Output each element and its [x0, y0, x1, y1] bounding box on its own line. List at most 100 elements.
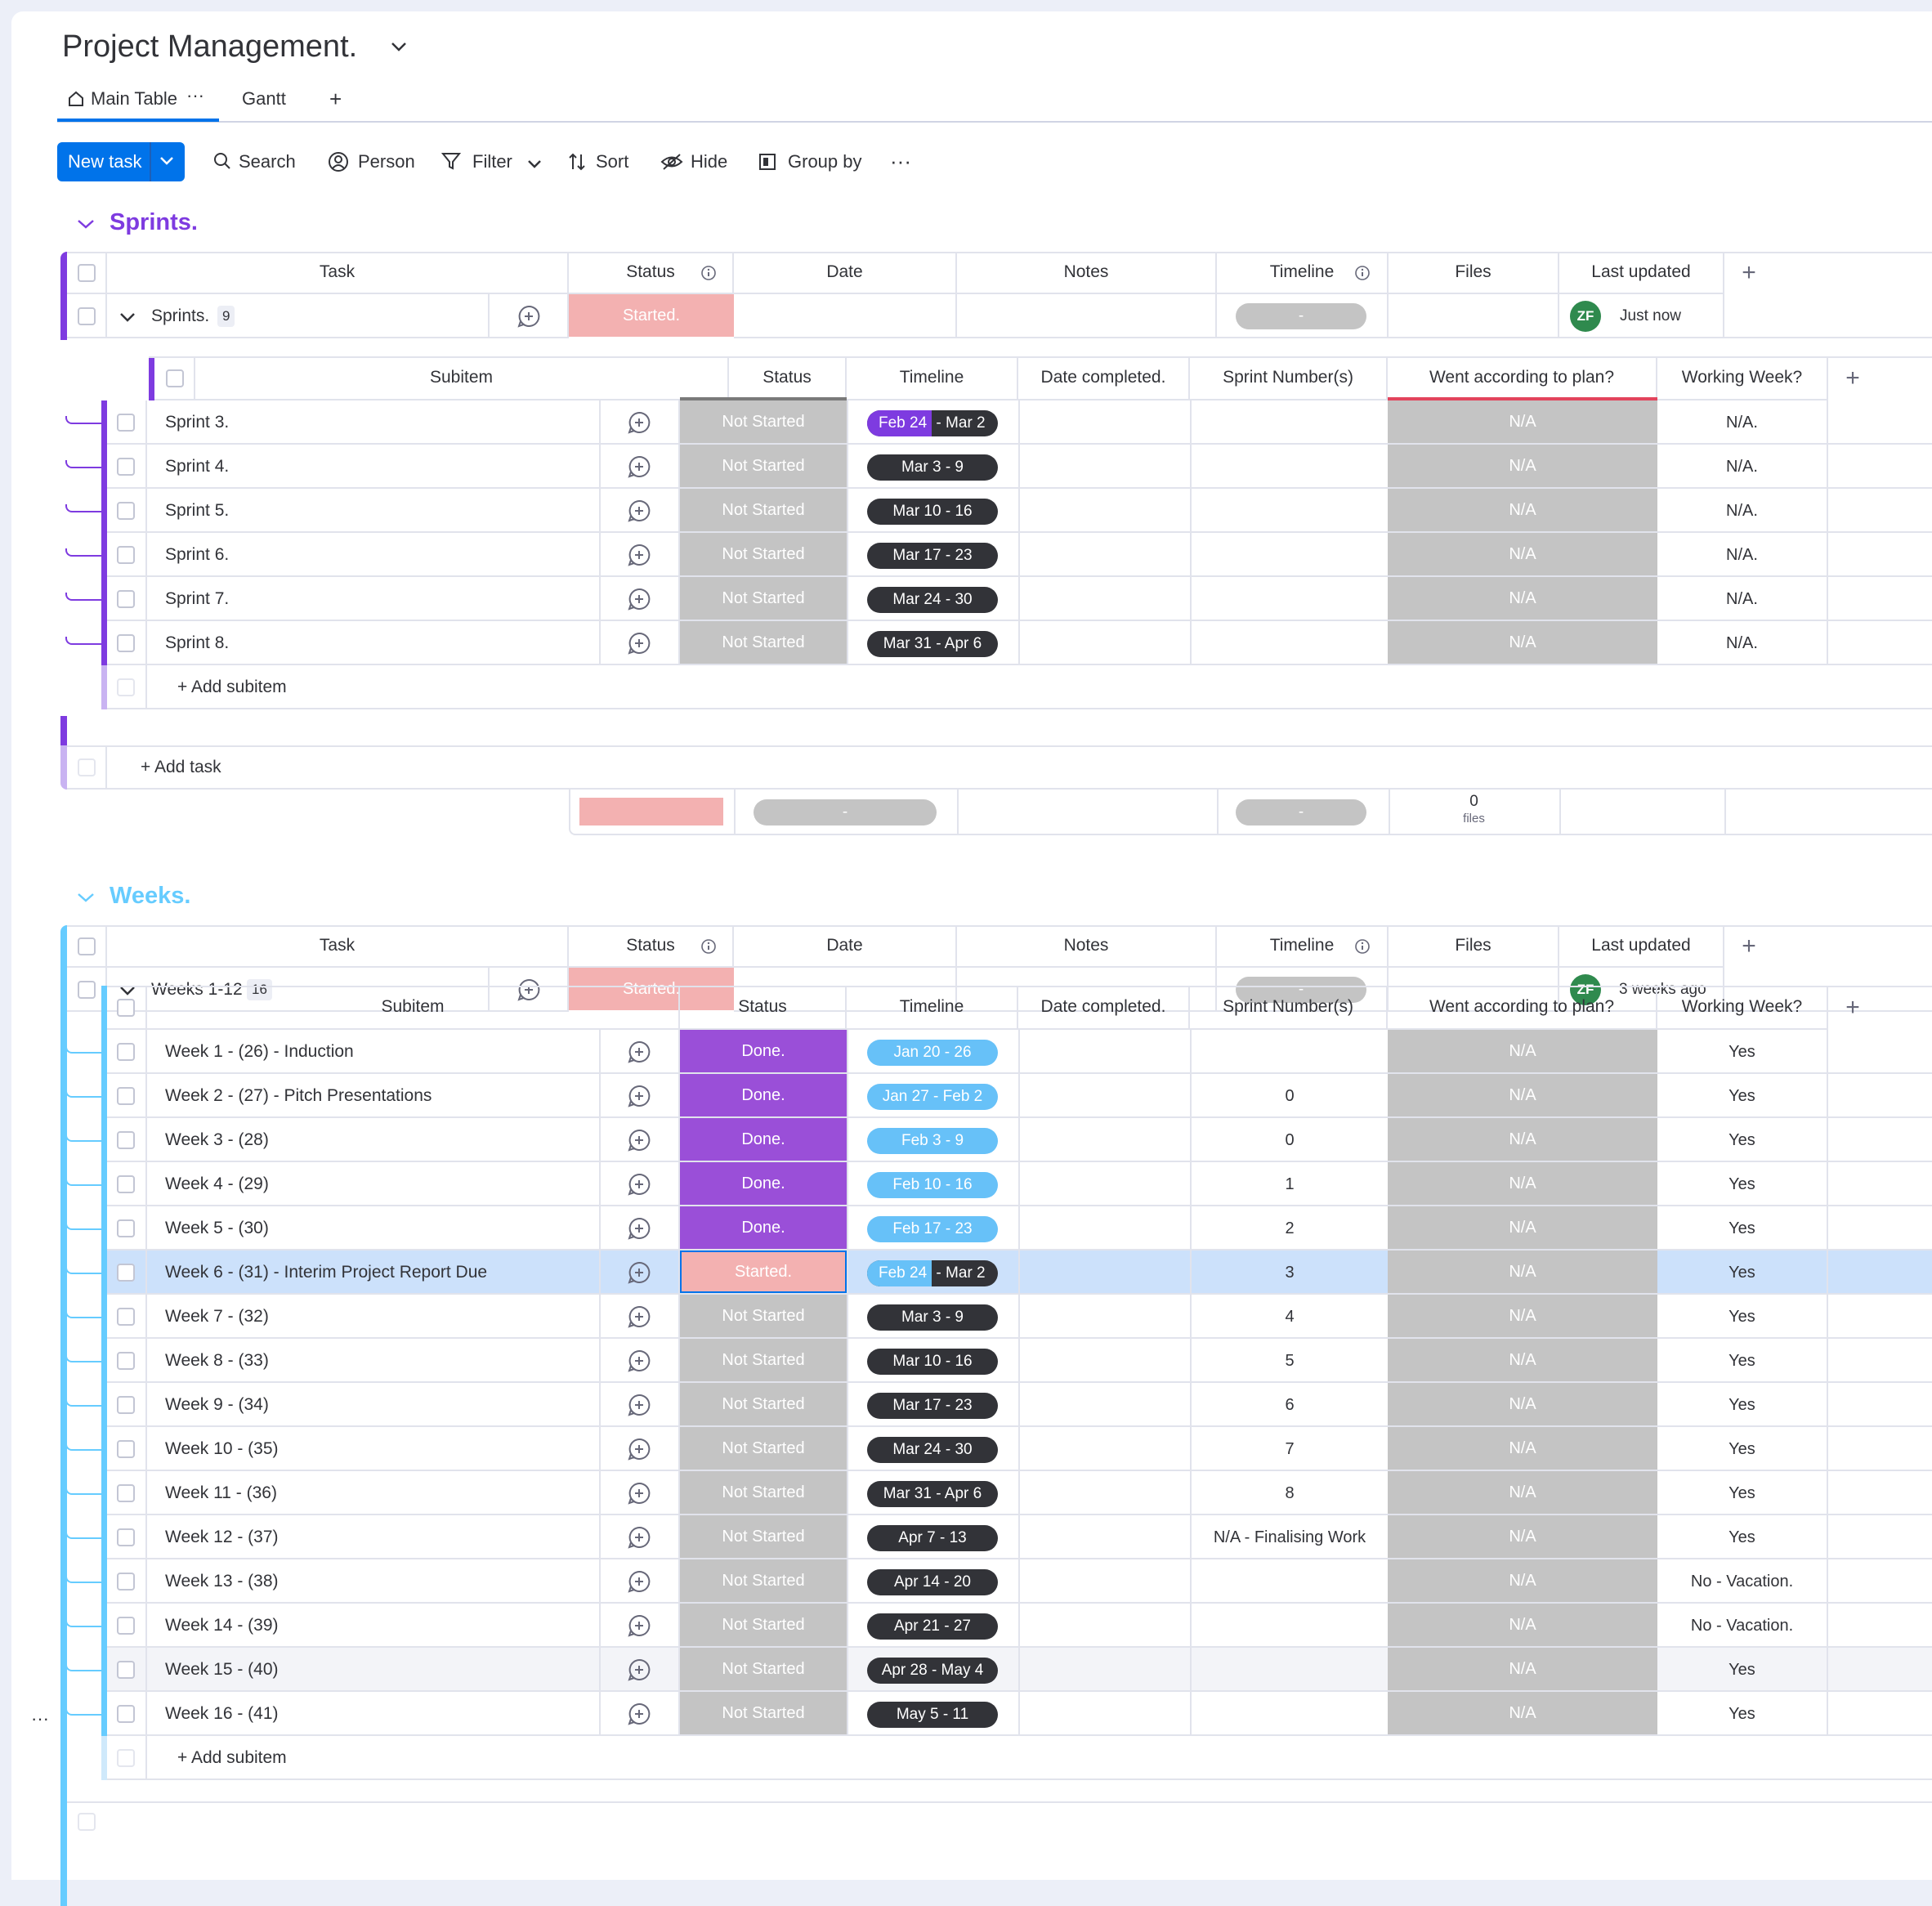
- add-update-icon[interactable]: [628, 588, 651, 615]
- sort-icon[interactable]: [567, 151, 587, 177]
- subitem-working-week[interactable]: Yes: [1657, 1118, 1828, 1162]
- subitem-checkbox[interactable]: [117, 1087, 135, 1105]
- subitem-timeline-pill[interactable]: Mar 31 - Apr 6: [867, 631, 998, 657]
- subitem-name[interactable]: Week 3 - (28): [165, 1118, 269, 1162]
- subitem-working-week[interactable]: Yes: [1657, 1295, 1828, 1339]
- hide-button[interactable]: Hide: [691, 151, 727, 172]
- subitem-working-week[interactable]: N/A.: [1657, 489, 1828, 533]
- subitem-status[interactable]: Not Started: [680, 1383, 847, 1425]
- subitem-went-to-plan[interactable]: N/A: [1388, 1030, 1657, 1072]
- subitem-checkbox[interactable]: [117, 1396, 135, 1414]
- subitem-went-to-plan[interactable]: N/A: [1388, 1074, 1657, 1116]
- subitem-checkbox[interactable]: [117, 1705, 135, 1723]
- subitem-sprint-numbers[interactable]: 6: [1192, 1383, 1388, 1427]
- subitem-went-to-plan[interactable]: N/A: [1388, 577, 1657, 620]
- add-update-icon[interactable]: [628, 1482, 651, 1509]
- subitem-working-week[interactable]: Yes: [1657, 1427, 1828, 1471]
- item-checkbox[interactable]: [78, 981, 96, 999]
- sub-add-column-button[interactable]: +: [1828, 986, 1877, 1030]
- subitem-went-to-plan[interactable]: N/A: [1388, 621, 1657, 664]
- subitem-status[interactable]: Not Started: [680, 1339, 847, 1381]
- subitem-checkbox[interactable]: [117, 1573, 135, 1591]
- subitem-went-to-plan[interactable]: N/A: [1388, 400, 1657, 443]
- filter-dropdown-icon[interactable]: [527, 159, 542, 174]
- subitem-working-week[interactable]: Yes: [1657, 1648, 1828, 1692]
- item-date-cell[interactable]: [734, 294, 957, 338]
- subitem-sprint-numbers[interactable]: [1192, 1692, 1388, 1736]
- subitem-name[interactable]: Week 5 - (30): [165, 1206, 269, 1251]
- subitem-sprint-numbers[interactable]: 0: [1192, 1118, 1388, 1162]
- subitem-working-week[interactable]: No - Vacation.: [1657, 1559, 1828, 1604]
- subitem-name[interactable]: Sprint 5.: [165, 489, 229, 533]
- subitem-went-to-plan[interactable]: N/A: [1388, 1251, 1657, 1293]
- subitem-working-week[interactable]: Yes: [1657, 1030, 1828, 1074]
- add-update-icon[interactable]: [628, 1438, 651, 1465]
- subitem-sprint-numbers[interactable]: 4: [1192, 1295, 1388, 1339]
- subitem-name[interactable]: Week 11 - (36): [165, 1471, 277, 1515]
- subitem-went-to-plan[interactable]: N/A: [1388, 1162, 1657, 1205]
- subitem-sprint-numbers[interactable]: [1192, 489, 1388, 533]
- subitem-name[interactable]: Sprint 8.: [165, 621, 229, 665]
- subitem-went-to-plan[interactable]: N/A: [1388, 533, 1657, 575]
- subitem-name[interactable]: Week 4 - (29): [165, 1162, 269, 1206]
- add-subitem-button[interactable]: + Add subitem: [177, 665, 287, 709]
- info-icon[interactable]: [1354, 938, 1371, 959]
- subitem-status[interactable]: Not Started: [680, 1427, 847, 1470]
- item-notes-cell[interactable]: [957, 294, 1217, 338]
- subitem-working-week[interactable]: N/A.: [1657, 445, 1828, 489]
- subitem-status[interactable]: Done.: [680, 1074, 847, 1116]
- subitem-went-to-plan[interactable]: N/A: [1388, 489, 1657, 531]
- subitem-checkbox[interactable]: [117, 1352, 135, 1370]
- group-by-icon[interactable]: [758, 153, 776, 175]
- subitem-status[interactable]: Not Started: [680, 489, 847, 531]
- subitem-went-to-plan[interactable]: N/A: [1388, 1295, 1657, 1337]
- group-title[interactable]: Weeks.: [110, 883, 190, 910]
- subitem-checkbox[interactable]: [117, 502, 135, 520]
- subitem-went-to-plan[interactable]: N/A: [1388, 1692, 1657, 1734]
- subitem-checkbox[interactable]: [117, 1484, 135, 1502]
- subitem-checkbox[interactable]: [117, 546, 135, 564]
- item-name[interactable]: Sprints.: [151, 294, 209, 338]
- subitem-went-to-plan[interactable]: N/A: [1388, 1648, 1657, 1690]
- subitem-name[interactable]: Week 9 - (34): [165, 1383, 269, 1427]
- subitem-name[interactable]: Sprint 3.: [165, 400, 229, 445]
- tab-main-table[interactable]: Main Table: [91, 88, 177, 110]
- avatar[interactable]: ZF: [1570, 301, 1601, 332]
- subitem-timeline-pill[interactable]: Mar 10 - 16: [867, 499, 998, 525]
- subitem-went-to-plan[interactable]: N/A: [1388, 1339, 1657, 1381]
- select-all-checkbox[interactable]: [78, 264, 96, 282]
- subitem-timeline-pill[interactable]: Apr 7 - 13: [867, 1525, 998, 1551]
- subitem-name[interactable]: Week 15 - (40): [165, 1648, 279, 1692]
- subitem-status[interactable]: Not Started: [680, 445, 847, 487]
- subitem-timeline-pill[interactable]: Mar 3 - 9: [867, 1304, 998, 1331]
- subitem-checkbox[interactable]: [117, 1131, 135, 1149]
- tab-gantt[interactable]: Gantt: [242, 88, 286, 110]
- person-filter-button[interactable]: Person: [358, 151, 415, 172]
- add-update-icon[interactable]: [628, 1173, 651, 1200]
- subitem-timeline-pill[interactable]: Jan 27 - Feb 2: [867, 1084, 998, 1110]
- subitem-timeline-pill[interactable]: Mar 3 - 9: [867, 454, 998, 481]
- subitem-checkbox[interactable]: [117, 1043, 135, 1061]
- subitem-working-week[interactable]: Yes: [1657, 1471, 1828, 1515]
- subitem-working-week[interactable]: N/A.: [1657, 533, 1828, 577]
- subitem-working-week[interactable]: N/A.: [1657, 400, 1828, 445]
- item-checkbox[interactable]: [78, 307, 96, 325]
- subitem-status[interactable]: Done.: [680, 1206, 847, 1249]
- subitem-working-week[interactable]: Yes: [1657, 1074, 1828, 1118]
- add-update-icon[interactable]: [628, 632, 651, 659]
- subitem-sprint-numbers[interactable]: 0: [1192, 1074, 1388, 1118]
- info-icon[interactable]: [1354, 265, 1371, 285]
- subitem-sprint-numbers[interactable]: [1192, 1559, 1388, 1604]
- item-status[interactable]: Started.: [569, 294, 734, 337]
- subitem-went-to-plan[interactable]: N/A: [1388, 1427, 1657, 1470]
- subitem-status[interactable]: Not Started: [680, 577, 847, 620]
- subitem-status[interactable]: Not Started: [680, 1648, 847, 1690]
- subitem-status[interactable]: Done.: [680, 1030, 847, 1072]
- subitem-working-week[interactable]: Yes: [1657, 1692, 1828, 1736]
- subitem-working-week[interactable]: Yes: [1657, 1515, 1828, 1559]
- filter-icon[interactable]: [441, 151, 462, 175]
- add-column-button[interactable]: +: [1724, 252, 1773, 294]
- subitem-working-week[interactable]: Yes: [1657, 1383, 1828, 1427]
- subitem-timeline-pill[interactable]: Feb 24 - Mar 2: [867, 1260, 998, 1286]
- subitem-sprint-numbers[interactable]: 3: [1192, 1251, 1388, 1295]
